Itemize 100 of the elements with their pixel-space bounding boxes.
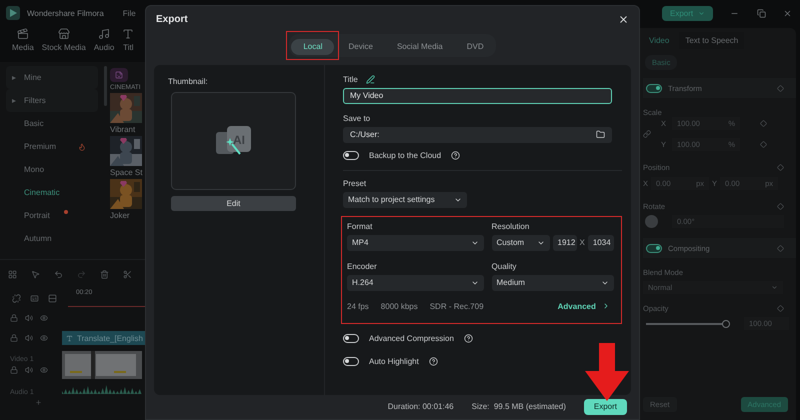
track-icon[interactable]	[48, 294, 57, 302]
caret-icon	[12, 76, 16, 80]
speaker-icon[interactable]	[25, 334, 33, 342]
app-title: Wondershare Filmora	[27, 8, 104, 18]
keyframe-icon[interactable]	[760, 120, 768, 127]
spec-text: SDR - Rec.709	[430, 302, 484, 310]
backup-switch[interactable]	[343, 150, 359, 160]
eye-icon[interactable]	[40, 314, 48, 322]
resolution-select[interactable]: Custom	[492, 234, 550, 250]
field-label: Format	[347, 222, 374, 230]
restore-icon[interactable]	[756, 8, 766, 18]
help-icon[interactable]	[428, 356, 438, 366]
rotation-dial[interactable]	[645, 215, 658, 228]
keyframe-icon[interactable]	[777, 244, 784, 252]
field-label: Quality	[492, 262, 518, 270]
export-tab[interactable]: Local	[291, 38, 334, 54]
dimension-separator: X	[580, 238, 585, 247]
filter-name: Space St	[110, 168, 144, 177]
lock-icon	[10, 366, 18, 374]
option-switch[interactable]	[343, 356, 359, 366]
export-tab[interactable]: DVD	[456, 38, 494, 54]
store-icon	[58, 28, 70, 40]
ai-pen-icon[interactable]	[366, 74, 375, 84]
sticker-icon	[115, 71, 123, 79]
help-icon[interactable]	[464, 334, 473, 342]
width-input[interactable]: 1912	[552, 234, 577, 250]
export-tab[interactable]: Device	[338, 38, 383, 54]
menu-item[interactable]: File	[122, 8, 136, 18]
keyframe-icon[interactable]	[777, 305, 784, 312]
sidebar-item[interactable]: Mono	[6, 158, 102, 181]
music-note-icon	[98, 28, 110, 40]
app-logo-icon	[6, 6, 20, 20]
undo-icon[interactable]	[54, 270, 63, 278]
grid-icon[interactable]	[8, 270, 17, 278]
lock-icon	[10, 334, 18, 342]
field-label: Resolution	[492, 222, 530, 230]
text-clip[interactable]: Translate_[English	[62, 331, 145, 345]
folder-icon[interactable]	[596, 130, 605, 139]
thumbnail-label: Thumbnail:	[168, 76, 209, 86]
preset-select[interactable]: Match to project settings	[343, 192, 467, 208]
format-select[interactable]: MP4	[347, 234, 484, 250]
quality-select[interactable]: Medium	[492, 274, 614, 290]
switch-label: Auto Highlight	[369, 356, 419, 366]
captions-icon[interactable]	[30, 294, 39, 302]
sidebar-item[interactable]: Autumn	[6, 227, 102, 250]
save-path-field[interactable]: C:/User:	[343, 126, 612, 142]
switch-label: Advanced Compression	[369, 334, 454, 342]
eye-icon[interactable]	[40, 366, 48, 374]
speaker-icon[interactable]	[25, 314, 33, 322]
field-label: Save to	[343, 114, 372, 122]
duration-text: Duration: 00:01:46	[388, 402, 454, 412]
sidebar-item[interactable]: Cinematic	[6, 181, 102, 204]
toolbar-tab[interactable]: Titl	[122, 28, 134, 62]
advanced-link[interactable]: Advanced	[558, 302, 610, 310]
filter-name: Vibrant	[110, 125, 136, 134]
section-switch[interactable]	[646, 244, 662, 252]
toolbar-tab[interactable]: Audio	[94, 28, 114, 62]
toolbar-tab[interactable]: Stock Media	[42, 28, 86, 62]
title-input[interactable]: My Video	[343, 88, 612, 104]
redo-icon[interactable]	[77, 270, 86, 278]
speaker-icon[interactable]	[25, 366, 33, 374]
eye-icon[interactable]	[40, 334, 48, 342]
size-text: Size: 99.5 MB (estimated)	[472, 402, 566, 412]
unlink-icon[interactable]	[12, 294, 21, 302]
export-tab[interactable]: Social Media	[386, 38, 453, 54]
text-icon	[122, 28, 134, 40]
export-button[interactable]: Export	[584, 398, 627, 415]
sidebar-item[interactable]: Premium	[6, 135, 102, 158]
keyframe-icon[interactable]	[777, 84, 784, 92]
spec-text: 24 fps	[347, 302, 369, 310]
dialog-title: Export	[156, 14, 188, 24]
lock-icon	[10, 314, 18, 322]
trash-icon[interactable]	[100, 270, 109, 278]
sidebar-item[interactable]: Portrait	[6, 204, 102, 227]
add-track-icon[interactable]	[35, 398, 42, 406]
height-input[interactable]: 1034	[588, 234, 614, 250]
spec-text: 8000 kbps	[380, 302, 418, 310]
keyframe-icon[interactable]	[777, 203, 784, 210]
link-icon[interactable]	[643, 130, 651, 138]
sidebar-group[interactable]: Filters	[6, 89, 98, 112]
edit-button[interactable]: Edit	[171, 196, 296, 210]
scissors-icon[interactable]	[123, 270, 132, 278]
sidebar-item[interactable]: Basic	[6, 112, 102, 135]
export-button[interactable]: Export	[662, 6, 714, 20]
field-label: Preset	[343, 178, 368, 188]
help-icon[interactable]	[451, 150, 460, 160]
sticker-button[interactable]	[110, 68, 128, 82]
keyframe-icon[interactable]	[777, 164, 784, 171]
section-switch[interactable]	[646, 84, 662, 92]
pointer-icon[interactable]	[31, 270, 40, 278]
panel-tab[interactable]: Video	[643, 32, 676, 49]
option-switch[interactable]	[343, 334, 359, 342]
toolbar-tab[interactable]: Media	[12, 28, 34, 62]
close-icon[interactable]	[618, 14, 629, 24]
text-icon	[66, 334, 73, 342]
sidebar-group[interactable]: Mine	[6, 66, 98, 89]
encoder-select[interactable]: H.264	[347, 274, 484, 290]
switch-label: Backup to the Cloud	[369, 150, 442, 160]
chevron-down-icon	[698, 10, 706, 16]
keyframe-icon[interactable]	[760, 141, 768, 148]
